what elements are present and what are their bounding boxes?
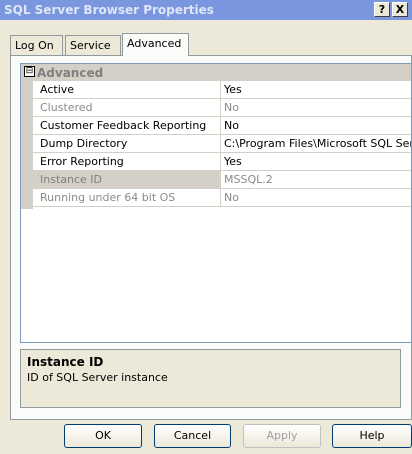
property-value[interactable]: No [221, 117, 411, 134]
properties-dialog: SQL Server Browser Properties ? X Log On… [0, 0, 412, 454]
title-bar[interactable]: SQL Server Browser Properties ? X [0, 0, 412, 20]
property-value[interactable]: C:\Program Files\Microsoft SQL Serv [221, 135, 411, 152]
help-title-button[interactable]: ? [374, 2, 390, 17]
collapse-icon[interactable]: ⊟ [24, 66, 35, 77]
property-value: No [224, 191, 239, 204]
cancel-button[interactable]: Cancel [154, 424, 231, 448]
property-row-customer-feedback[interactable]: Customer Feedback Reporting No [33, 117, 411, 135]
property-row-64bit-os[interactable]: Running under 64 bit OS No [33, 189, 411, 207]
property-name: Error Reporting [33, 153, 221, 170]
description-pane: Instance ID ID of SQL Server instance [20, 349, 401, 408]
property-value: No [224, 101, 239, 114]
window-title: SQL Server Browser Properties [4, 3, 214, 17]
category-header[interactable]: ⊟ Advanced [21, 64, 411, 81]
tab-service[interactable]: Service [65, 35, 121, 55]
ok-button[interactable]: OK [64, 424, 142, 448]
apply-button[interactable]: Apply [243, 424, 321, 448]
property-row-active[interactable]: Active Yes [33, 81, 411, 99]
property-value[interactable]: Yes [221, 153, 411, 170]
property-name: Running under 64 bit OS [33, 189, 221, 206]
property-grid[interactable]: ⊟ Advanced Active Yes Clustered No Custo… [20, 63, 412, 343]
property-name: Active [33, 81, 221, 98]
description-title: Instance ID [27, 355, 104, 369]
close-button[interactable]: X [392, 2, 408, 17]
description-text: ID of SQL Server instance [27, 371, 168, 384]
property-name: Instance ID [33, 171, 221, 188]
grid-gutter [21, 81, 33, 209]
property-value[interactable]: Yes [221, 81, 411, 98]
tab-advanced[interactable]: Advanced [122, 33, 189, 56]
property-name: Customer Feedback Reporting [33, 117, 221, 134]
property-row-clustered[interactable]: Clustered No [33, 99, 411, 117]
property-row-instance-id[interactable]: Instance ID MSSQL.2 [33, 171, 411, 189]
property-value: MSSQL.2 [224, 173, 273, 186]
property-name: Clustered [33, 99, 221, 116]
property-row-error-reporting[interactable]: Error Reporting Yes [33, 153, 411, 171]
category-label: Advanced [37, 66, 104, 80]
property-row-dump-directory[interactable]: Dump Directory C:\Program Files\Microsof… [33, 135, 411, 153]
help-button[interactable]: Help [332, 424, 412, 448]
property-name: Dump Directory [33, 135, 221, 152]
tab-log-on[interactable]: Log On [10, 35, 63, 55]
